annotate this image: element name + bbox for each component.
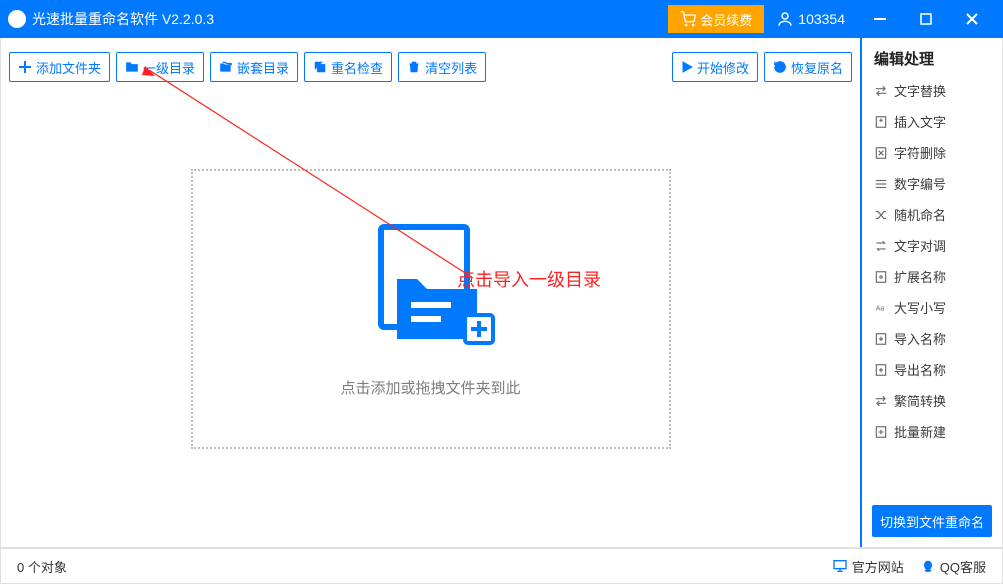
sidebar-item-label: 导出名称 [894,360,946,379]
drop-zone-text: 点击添加或拖拽文件夹到此 [340,377,520,398]
qq-support-link[interactable]: QQ客服 [920,557,986,576]
app-title: 光速批量重命名软件 V2.2.0.3 [32,9,214,29]
convert-icon [874,394,888,408]
insert-icon [874,115,888,129]
sidebar-item-label: 文字替换 [894,81,946,100]
switch-mode-button[interactable]: 切换到文件重命名 [872,505,992,537]
sidebar-title: 编辑处理 [862,38,1002,75]
sidebar-item-text-replace[interactable]: 文字替换 [862,75,1002,106]
plus-icon [18,60,32,74]
sidebar-item-label: 字符删除 [894,143,946,162]
sidebar: 编辑处理 文字替换 插入文字 字符删除 数字编号 随机命名 文字对调 扩展名称 [860,38,1002,547]
sidebar-item-export-name[interactable]: 导出名称 [862,354,1002,385]
sidebar-item-number[interactable]: 数字编号 [862,168,1002,199]
number-icon [874,177,888,191]
delete-char-icon [874,146,888,160]
new-icon [874,425,888,439]
user-id-chip[interactable]: 103354 [776,10,845,28]
undo-icon [773,60,787,74]
maximize-button[interactable] [903,4,949,34]
sidebar-item-case[interactable]: Aa 大写小写 [862,292,1002,323]
user-icon [776,10,794,28]
svg-text:Aa: Aa [876,305,885,312]
shuffle-icon [874,208,888,222]
status-count: 0 个对象 [17,557,67,576]
close-button[interactable] [949,4,995,34]
renew-button[interactable]: 会员续费 [668,5,764,33]
close-icon [965,12,979,26]
sidebar-item-label: 导入名称 [894,329,946,348]
qq-icon [920,558,936,574]
sidebar-item-extension[interactable]: 扩展名称 [862,261,1002,292]
monitor-icon [832,558,848,574]
sidebar-item-label: 繁简转换 [894,391,946,410]
restore-label: 恢复原名 [791,58,843,77]
add-folder-button[interactable]: 添加文件夹 [9,52,110,82]
swap2-icon [874,239,888,253]
minimize-icon [873,12,887,26]
minimize-button[interactable] [857,4,903,34]
sidebar-item-delete-char[interactable]: 字符删除 [862,137,1002,168]
sidebar-item-trad-simp[interactable]: 繁简转换 [862,385,1002,416]
sidebar-item-label: 数字编号 [894,174,946,193]
swap-icon [874,84,888,98]
export-icon [874,363,888,377]
sidebar-item-label: 扩展名称 [894,267,946,286]
start-button[interactable]: 开始修改 [672,52,758,82]
case-icon: Aa [874,301,888,315]
folder-plus-icon [125,60,139,74]
qq-support-text: QQ客服 [940,557,986,576]
cart-icon [680,11,696,27]
app-logo-icon [8,10,26,28]
user-id-text: 103354 [798,11,845,27]
sidebar-item-text-swap[interactable]: 文字对调 [862,230,1002,261]
renew-label: 会员续费 [700,10,752,29]
annotation-text: 点击导入一级目录 [457,266,601,292]
annotation-arrow [141,66,481,286]
sidebar-item-random-name[interactable]: 随机命名 [862,199,1002,230]
play-icon [681,61,693,73]
sidebar-item-label: 大写小写 [894,298,946,317]
import-icon [874,332,888,346]
sidebar-item-label: 批量新建 [894,422,946,441]
start-label: 开始修改 [697,58,749,77]
sidebar-item-label: 文字对调 [894,236,946,255]
sidebar-item-batch-new[interactable]: 批量新建 [862,416,1002,447]
ext-icon [874,270,888,284]
add-folder-label: 添加文件夹 [36,58,101,77]
official-site-text: 官方网站 [852,557,904,576]
title-bar: 光速批量重命名软件 V2.2.0.3 会员续费 103354 [0,0,1003,38]
restore-button[interactable]: 恢复原名 [764,52,852,82]
sidebar-item-label: 插入文字 [894,112,946,131]
main-area: 添加文件夹 一级目录 嵌套目录 重名检查 清空列表 开始修改 [1,38,860,547]
maximize-icon [920,13,932,25]
status-bar: 0 个对象 官方网站 QQ客服 [0,548,1003,584]
sidebar-item-label: 随机命名 [894,205,946,224]
official-site-link[interactable]: 官方网站 [832,557,904,576]
sidebar-item-import-name[interactable]: 导入名称 [862,323,1002,354]
sidebar-item-insert-text[interactable]: 插入文字 [862,106,1002,137]
